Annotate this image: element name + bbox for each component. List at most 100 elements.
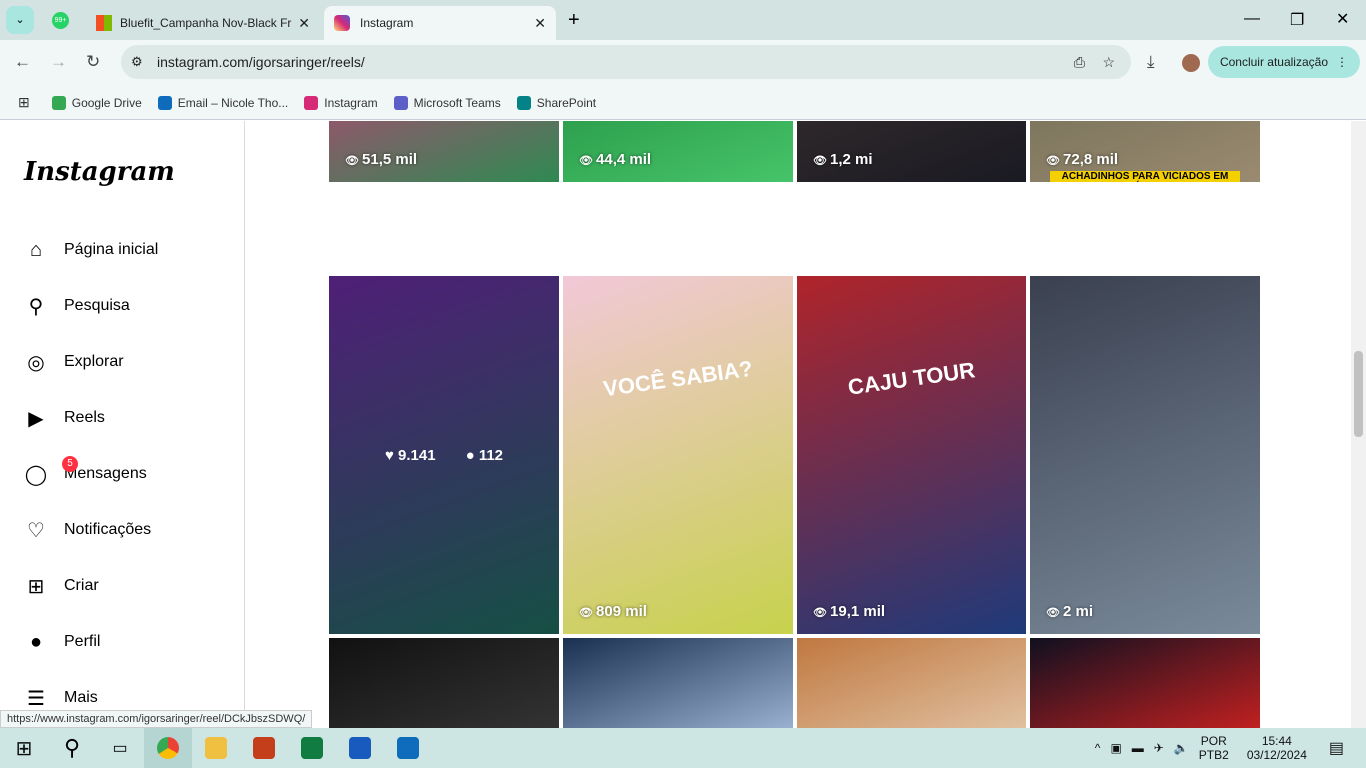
bookmark-star-icon[interactable]: ☆: [1102, 54, 1115, 71]
close-tab-icon[interactable]: ✕: [534, 15, 546, 32]
reel-tile[interactable]: VOCÊ SABIA? 👁 809 mil: [563, 276, 793, 634]
reel-caption: VOCÊ SABIA?: [601, 355, 755, 402]
reels-grid: 👁 51,5 mil 👁 44,4 mil 👁 1,2 mi ACHADINHOS P…: [329, 121, 1260, 728]
view-count: 👁 72,8 mil: [1046, 151, 1119, 168]
update-button[interactable]: Concluir atualização ⋮: [1207, 46, 1360, 78]
hover-stats: ♥ 9.141 ● 112: [329, 276, 559, 634]
sidebar-item-p-gina-inicial[interactable]: ⌂ Página inicial: [24, 238, 158, 262]
sharepoint-icon: [516, 95, 531, 110]
reel-tile[interactable]: 👁 51,5 mil: [329, 121, 559, 182]
eye-icon: 👁: [579, 607, 597, 619]
reel-tile[interactable]: 👁 1,2 mi: [797, 121, 1026, 182]
clock[interactable]: 15:44 03/12/2024: [1247, 734, 1307, 762]
teams-icon: [393, 95, 408, 110]
unread-badge: 5: [62, 456, 78, 472]
excel-taskbar[interactable]: [288, 728, 336, 768]
word-taskbar[interactable]: [336, 728, 384, 768]
reel-caption: ACHADINHOS PARA VICIADOS EM MÚSICA: [1050, 171, 1240, 182]
reel-tile[interactable]: [563, 638, 793, 728]
reel-tile[interactable]: ♥ 9.141 ● 112: [329, 276, 559, 634]
sidebar-item-notifica-es[interactable]: ♡ Notificações: [24, 518, 151, 542]
scrollbar[interactable]: [1351, 121, 1366, 728]
tab-search-button[interactable]: ⌄: [6, 6, 34, 34]
restore-button[interactable]: ❐: [1290, 10, 1304, 30]
home-icon: ⌂: [29, 238, 43, 261]
site-settings-icon[interactable]: ⚙: [131, 54, 143, 70]
menu-icon: ☰: [27, 687, 45, 710]
close-tab-icon[interactable]: ✕: [298, 15, 310, 32]
close-window-button[interactable]: ✕: [1336, 9, 1349, 29]
heart-icon: ♡: [27, 519, 45, 542]
reload-button[interactable]: ↻: [86, 52, 100, 72]
back-button[interactable]: ←: [14, 52, 31, 72]
eye-icon: 👁: [813, 155, 831, 167]
outlook-taskbar[interactable]: [384, 728, 432, 768]
sidebar-item-label: Criar: [64, 577, 99, 594]
plus-icon: ⊞: [27, 575, 45, 598]
avatar: ●: [29, 630, 43, 653]
instagram-favicon: [334, 15, 350, 31]
volume-icon[interactable]: 🔈: [1174, 741, 1189, 755]
comment-count: ● 112: [465, 446, 504, 464]
view-count: 👁 19,1 mil: [813, 603, 886, 620]
bookmarks-bar: ⊞ Google Drive Email – Nicole Tho... Ins…: [0, 86, 1366, 120]
microsoft-icon: [96, 15, 112, 31]
tab-instagram[interactable]: Instagram ✕: [324, 6, 556, 40]
notifications-icon[interactable]: ▤: [1329, 738, 1344, 758]
bookmark-email[interactable]: Email – Nicole Tho...: [157, 95, 288, 110]
reel-tile[interactable]: [797, 638, 1026, 728]
like-count: ♥ 9.141: [384, 446, 436, 464]
minimize-button[interactable]: —: [1244, 10, 1260, 28]
eye-icon: 👁: [813, 607, 831, 619]
sidebar-item-label: Reels: [64, 409, 105, 426]
network-icon[interactable]: ▣: [1110, 741, 1121, 755]
sidebar-item-mensagens[interactable]: ◯ 5 Mensagens: [24, 456, 147, 486]
reel-tile[interactable]: CAJU TOUR 👁 19,1 mil: [797, 276, 1026, 634]
downloads-icon[interactable]: ⤓: [1147, 52, 1155, 72]
reel-tile[interactable]: 👁 2 mi: [1030, 276, 1260, 634]
powerpoint-taskbar[interactable]: [240, 728, 288, 768]
sidebar-item-perfil[interactable]: ● Perfil: [24, 630, 101, 654]
reel-tile[interactable]: 👁 44,4 mil: [563, 121, 793, 182]
battery-icon[interactable]: ▬: [1132, 741, 1144, 755]
forward-button[interactable]: →: [50, 52, 67, 72]
bookmark-instagram[interactable]: Instagram: [304, 95, 378, 110]
new-tab-button[interactable]: +: [568, 9, 580, 32]
whatsapp-tab[interactable]: 99+: [52, 12, 69, 29]
scrollbar-thumb[interactable]: [1354, 351, 1363, 437]
messenger-icon: ◯: [24, 463, 48, 486]
reel-tile[interactable]: [1030, 638, 1260, 728]
instagram-logo[interactable]: Instagram: [24, 157, 175, 187]
file-explorer-taskbar[interactable]: [192, 728, 240, 768]
chrome-taskbar[interactable]: [144, 728, 192, 768]
reels-icon: ▶: [28, 407, 44, 430]
bookmark-teams[interactable]: Microsoft Teams: [393, 95, 501, 110]
view-count: 👁 809 mil: [579, 603, 647, 620]
search-button[interactable]: ⚲: [48, 728, 96, 768]
sidebar-item-criar[interactable]: ⊞ Criar: [24, 574, 99, 598]
bookmark-sharepoint[interactable]: SharePoint: [516, 95, 596, 110]
task-view-button[interactable]: ▭: [96, 728, 144, 768]
language-indicator[interactable]: POR PTB2: [1199, 734, 1229, 762]
toolbar: ← → ↻ ⚙ instagram.com/igorsaringer/reels…: [0, 40, 1366, 86]
sidebar: Instagram ⌂ Página inicial ⚲ Pesquisa ◎ Explo…: [0, 121, 245, 728]
install-app-icon[interactable]: ⎙: [1074, 54, 1085, 71]
tab-bluefit[interactable]: Bluefit_Campanha Nov-Black Fr ✕: [86, 6, 320, 40]
show-hidden-icons[interactable]: ^: [1095, 741, 1101, 755]
bookmark-google-drive[interactable]: Google Drive: [51, 95, 142, 110]
drive-icon: [51, 95, 66, 110]
apps-icon[interactable]: ⊞: [18, 94, 30, 111]
sidebar-item-explorar[interactable]: ◎ Explorar: [24, 350, 123, 374]
outlook-icon: [157, 95, 172, 110]
reel-tile[interactable]: ACHADINHOS PARA VICIADOS EM MÚSICA 👁 72,8…: [1030, 121, 1260, 182]
sidebar-item-reels[interactable]: ▶ Reels: [24, 406, 105, 430]
sidebar-item-mais[interactable]: ☰ Mais: [24, 686, 98, 710]
reel-tile[interactable]: [329, 638, 559, 728]
sidebar-item-pesquisa[interactable]: ⚲ Pesquisa: [24, 294, 130, 318]
profile-avatar[interactable]: [1182, 54, 1200, 72]
start-button[interactable]: ⊞: [0, 728, 48, 768]
comment-icon: ●: [465, 446, 479, 464]
address-bar[interactable]: ⚙ instagram.com/igorsaringer/reels/ ⎙ ☆: [121, 45, 1131, 79]
sidebar-item-label: Pesquisa: [64, 297, 130, 314]
airplane-icon[interactable]: ✈: [1154, 741, 1164, 755]
